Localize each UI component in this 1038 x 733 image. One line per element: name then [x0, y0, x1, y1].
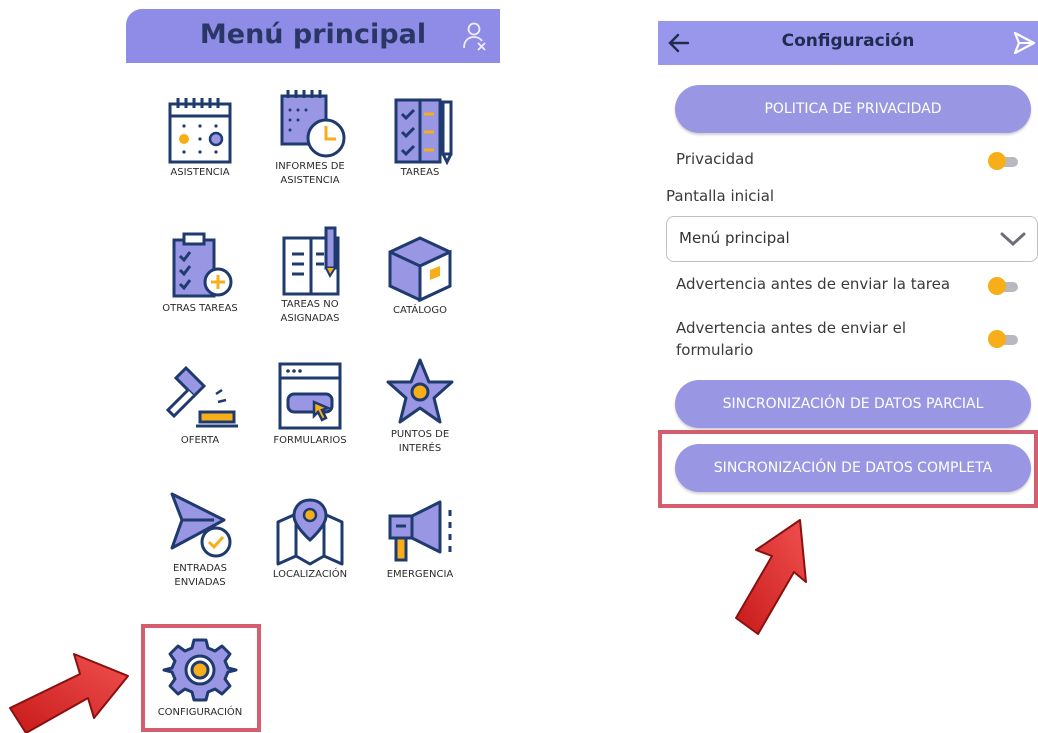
send-icon[interactable]	[1012, 30, 1036, 56]
form-warning-toggle[interactable]	[988, 330, 1020, 348]
privacy-label: Privacidad	[676, 150, 754, 168]
tile-label: FORMULARIOS	[273, 435, 347, 446]
privacy-policy-button[interactable]: POLITICA DE PRIVACIDAD	[675, 85, 1031, 133]
main-menu-title: Menú principal	[199, 19, 427, 50]
task-warning-toggle[interactable]	[988, 277, 1020, 295]
toggle-knob	[988, 277, 1006, 295]
tile-entradas-enviadas[interactable]: ENTRADAS ENVIADAS	[152, 490, 248, 590]
configuracion-highlight-box	[141, 624, 261, 732]
form-warning-label: Advertencia antes de enviar el formulari…	[676, 319, 906, 359]
pointer-arrow-icon	[735, 519, 807, 635]
tile-label: EMERGENCIA	[386, 569, 454, 580]
tile-catalogo[interactable]: CATÁLOGO	[372, 232, 468, 318]
tile-formularios[interactable]: FORMULARIOS	[262, 362, 358, 448]
box-icon	[388, 236, 452, 303]
tile-localizacion[interactable]: LOCALIZACIÓN	[262, 496, 358, 582]
tile-label: TAREAS NO ASIGNADAS	[280, 299, 340, 324]
home-screen-label: Pantalla inicial	[666, 187, 775, 205]
sent-check-icon	[170, 492, 232, 558]
form-window-icon	[278, 362, 342, 430]
star-pin-icon	[386, 358, 454, 424]
gavel-icon	[165, 365, 238, 428]
attendance-report-icon	[280, 90, 346, 158]
task-warning-label: Advertencia antes de enviar la tarea	[676, 275, 951, 293]
chevron-down-icon	[1000, 232, 1026, 247]
tile-oferta[interactable]: OFERTA	[152, 362, 248, 448]
notebook-pen-icon	[282, 226, 340, 296]
clipboard-add-icon	[172, 232, 233, 298]
tile-label: TAREAS	[400, 167, 440, 178]
task-list-icon	[394, 98, 453, 166]
tile-emergencia[interactable]: EMERGENCIA	[372, 496, 468, 582]
tile-label: ENTRADAS ENVIADAS	[172, 563, 227, 588]
toggle-knob	[988, 330, 1006, 348]
tile-label: OFERTA	[180, 435, 220, 446]
main-menu-header: Menú principal	[126, 9, 500, 63]
tile-label: LOCALIZACIÓN	[272, 569, 348, 580]
full-sync-highlight-box	[658, 430, 1038, 508]
home-screen-value: Menú principal	[679, 229, 790, 247]
privacy-toggle[interactable]	[988, 152, 1020, 170]
partial-sync-button[interactable]: SINCRONIZACIÓN DE DATOS PARCIAL	[675, 380, 1031, 428]
settings-title: Configuración	[781, 31, 915, 51]
tile-informes-asistencia[interactable]: INFORMES DE ASISTENCIA	[262, 88, 358, 188]
tile-asistencia[interactable]: ASISTENCIA	[152, 96, 248, 180]
tile-label: CATÁLOGO	[393, 305, 447, 316]
tile-label: OTRAS TAREAS	[162, 303, 238, 314]
calendar-icon	[168, 98, 232, 164]
tile-puntos-interes[interactable]: PUNTOS DE INTERÉS	[372, 356, 468, 456]
tile-label: ASISTENCIA	[170, 167, 230, 178]
megaphone-icon	[388, 500, 452, 562]
tile-otras-tareas[interactable]: OTRAS TAREAS	[152, 232, 248, 316]
tile-label: PUNTOS DE INTERÉS	[390, 429, 450, 454]
map-pin-icon	[276, 498, 344, 566]
tile-tareas-no-asignadas[interactable]: TAREAS NO ASIGNADAS	[262, 226, 358, 326]
pointer-arrow-icon	[9, 653, 129, 733]
tile-label: INFORMES DE ASISTENCIA	[275, 161, 345, 186]
user-logout-icon[interactable]	[462, 21, 488, 51]
settings-header: Configuración	[658, 21, 1038, 65]
tile-tareas[interactable]: TAREAS	[372, 96, 468, 180]
home-screen-select[interactable]: Menú principal	[666, 216, 1038, 262]
toggle-knob	[988, 152, 1006, 170]
